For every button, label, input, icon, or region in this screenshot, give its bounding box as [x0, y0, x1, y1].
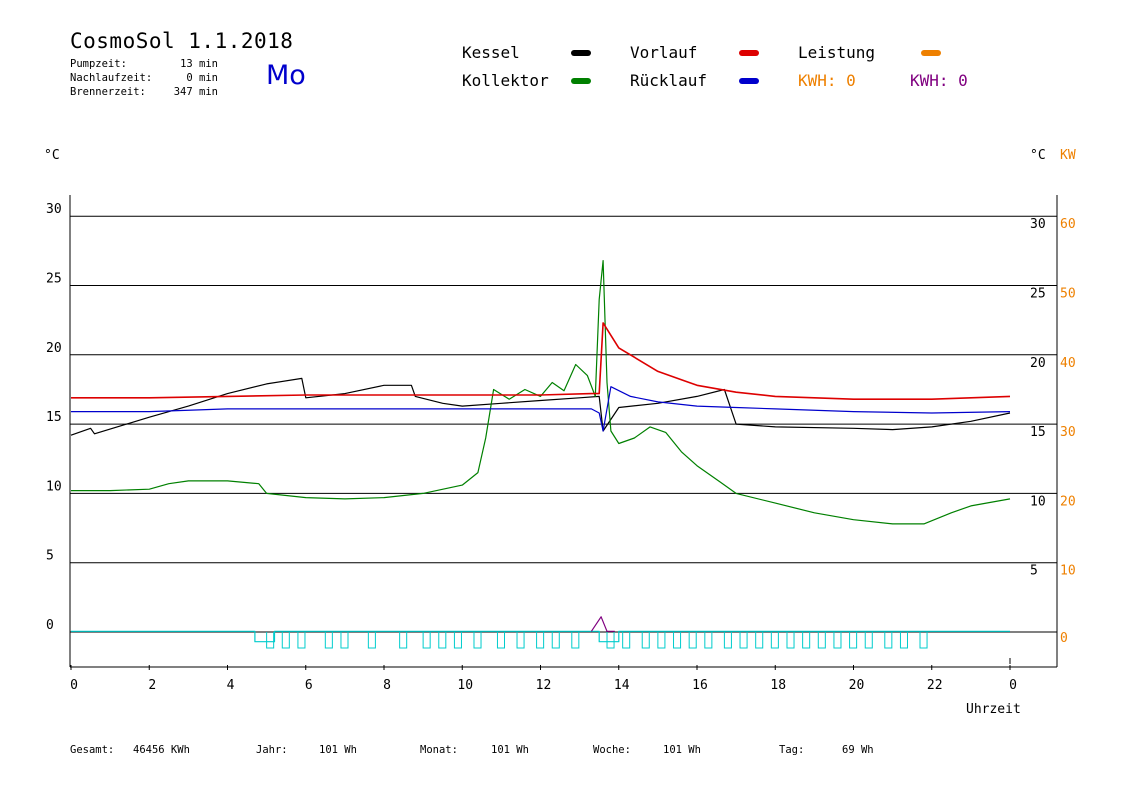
leistung-pulse — [739, 632, 748, 649]
x-tick-label: 12 — [536, 678, 552, 693]
leistung-pulse — [802, 632, 811, 649]
y-tick-left: 25 — [46, 272, 62, 287]
series-vorlauf-line — [71, 322, 1011, 400]
x-tick-label: 4 — [227, 678, 235, 693]
y-tick-right: 10 — [1030, 494, 1046, 509]
x-tick-label: 20 — [849, 678, 865, 693]
leistung-pulse — [571, 632, 580, 649]
leistung-pulse — [849, 632, 858, 649]
footer-woche-value: 101 Wh — [663, 744, 701, 756]
leistung-pulse — [723, 632, 732, 649]
y-tick-right: 20 — [1030, 356, 1046, 371]
x-tick-label: 8 — [383, 678, 391, 693]
y-tick-right-kw: 50 — [1060, 287, 1076, 302]
leistung-pulse — [516, 632, 525, 649]
leistung-pulse — [606, 632, 615, 649]
leistung-pulse — [367, 632, 376, 649]
leistung-pulse — [340, 632, 349, 649]
y-tick-right-kw: 30 — [1060, 425, 1076, 440]
footer-monat-value: 101 Wh — [491, 744, 529, 756]
leistung-pulse — [536, 632, 545, 649]
leistung-pulse — [899, 632, 908, 649]
leistung-pulse — [786, 632, 795, 649]
leistung-pulse — [453, 632, 462, 649]
x-tick-label: 14 — [614, 678, 630, 693]
leistung-pulse — [884, 632, 893, 649]
y-tick-left: 15 — [46, 410, 62, 425]
footer-gesamt-label: Gesamt: — [70, 744, 115, 756]
series-kwh-line — [590, 616, 615, 632]
leistung-pulse — [770, 632, 779, 649]
x-tick-label: 16 — [692, 678, 708, 693]
y-tick-right-kw: 20 — [1060, 494, 1076, 509]
footer-woche-label: Woche: — [593, 744, 631, 756]
leistung-pulse — [755, 632, 764, 649]
y-tick-left: 0 — [46, 618, 54, 633]
leistung-pulse — [422, 632, 431, 649]
series-kollektor-line — [71, 260, 1011, 525]
footer-jahr-value: 101 Wh — [319, 744, 357, 756]
x-tick-label: 10 — [457, 678, 473, 693]
leistung-pulse — [704, 632, 713, 649]
leistung-pulse — [496, 632, 506, 649]
leistung-pulse — [673, 632, 682, 649]
y-tick-left: 10 — [46, 479, 62, 494]
y-tick-right: 15 — [1030, 425, 1046, 440]
x-tick-label: 18 — [770, 678, 786, 693]
footer-monat-label: Monat: — [420, 744, 458, 756]
leistung-pulse — [641, 632, 650, 649]
leistung-pulse — [657, 632, 666, 649]
leistung-pulse — [438, 632, 447, 649]
footer-gesamt-value: 46456 KWh — [133, 744, 190, 756]
leistung-pulse — [473, 632, 482, 649]
leistung-pulse — [297, 632, 306, 649]
leistung-pulse — [864, 632, 873, 649]
series-kessel-line — [70, 377, 1011, 436]
leistung-pulse — [622, 632, 631, 649]
leistung-pulse — [833, 632, 842, 649]
y-tick-right-kw: 60 — [1060, 217, 1076, 232]
leistung-pulse — [324, 632, 333, 649]
x-tick-label: 2 — [148, 678, 156, 693]
y-tick-right: 5 — [1030, 564, 1038, 579]
y-tick-left: 5 — [46, 549, 54, 564]
leistung-pulse — [817, 632, 826, 649]
x-tick-label: 0 — [1009, 678, 1017, 693]
leistung-pulse — [399, 632, 408, 649]
leistung-pulse — [919, 632, 928, 649]
y-tick-left: 30 — [46, 202, 62, 217]
y-tick-right-kw: 40 — [1060, 356, 1076, 371]
temperature-chart: 0510152025305101520253001020304050600 2 4 6… — [46, 195, 1076, 693]
leistung-pulse — [551, 632, 560, 649]
leistung-pulse — [688, 632, 697, 649]
y-tick-left: 20 — [46, 341, 62, 356]
x-tick-label: 6 — [305, 678, 313, 693]
x-tick-label: 22 — [927, 678, 943, 693]
series-leistung-line — [71, 630, 1010, 643]
y-tick-right: 30 — [1030, 217, 1046, 232]
x-tick-label: 0 — [70, 678, 78, 693]
footer-tag-value: 69 Wh — [842, 744, 874, 756]
y-tick-right: 25 — [1030, 287, 1046, 302]
footer-tag-label: Tag: — [779, 744, 805, 756]
leistung-pulse — [281, 632, 290, 649]
footer-jahr-label: Jahr: — [256, 744, 288, 756]
leistung-pulse — [266, 632, 275, 649]
y-tick-right-kw: 0 — [1060, 631, 1068, 646]
y-tick-right-kw: 10 — [1060, 564, 1076, 579]
x-axis-label: Uhrzeit — [966, 702, 1021, 717]
